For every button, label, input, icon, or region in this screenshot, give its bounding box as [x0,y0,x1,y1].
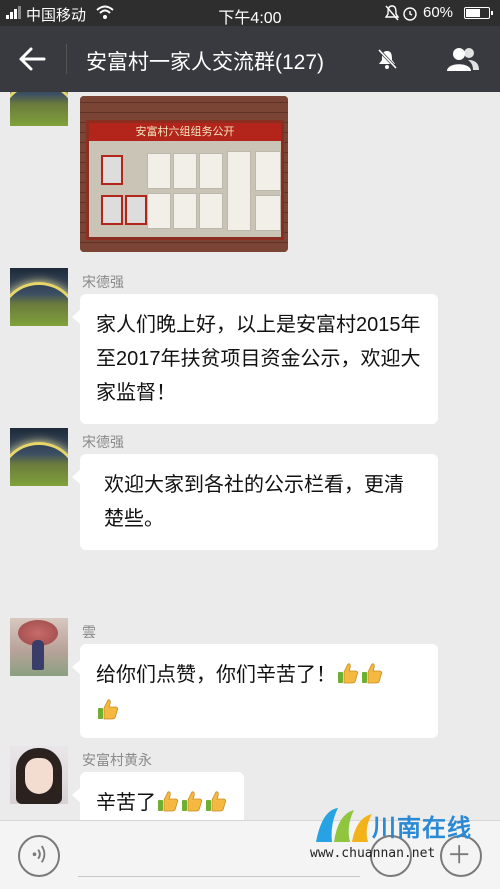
sender-name: 雲 [82,624,96,640]
watermark-url: www.chuannan.net [310,846,436,861]
avatar[interactable] [10,268,68,326]
avatar[interactable] [10,428,68,486]
message-text: 家人们晚上好，以上是安富村2015年至2017年扶贫项目资金公示，欢迎大家监督！ [96,314,421,404]
message-bubble[interactable]: 给你们点赞，你们辛苦了！ [72,644,438,738]
message-list[interactable]: 安富村六组组务公开 宋德强 家人们晚上好，以上是安富村2015年至2017年扶贫… [0,92,500,820]
group-members-icon[interactable] [446,46,480,72]
thumbs-up-emoji [96,697,120,721]
message-bubble[interactable]: 辛苦了 [72,772,244,820]
muted-notifications-icon [377,48,398,70]
avatar[interactable] [10,746,68,804]
sender-name: 安富村黄永 [82,752,152,768]
chat-header: 安富村一家人交流群(127) [0,26,500,92]
thumbs-up-emoji [156,789,180,813]
battery-icon [464,7,493,19]
alarm-icon [403,7,417,21]
thumbs-up-emoji [336,661,360,685]
notice-board-photo: 安富村六组组务公开 [86,120,284,240]
thumbs-up-emoji [180,789,204,813]
thumbs-up-emoji [360,661,384,685]
site-watermark: 川南在线 www.chuannan.net [300,800,500,870]
image-message[interactable]: 安富村六组组务公开 [80,96,288,252]
voice-input-button[interactable] [18,835,60,877]
message-text: 给你们点赞，你们辛苦了！ [96,664,336,686]
thumbs-up-emoji [204,789,228,813]
watermark-logo [316,808,372,842]
message-bubble[interactable]: 家人们晚上好，以上是安富村2015年至2017年扶贫项目资金公示，欢迎大家监督！ [72,294,438,424]
message-bubble[interactable]: 欢迎大家到各社的公示栏看，更清楚些。 [72,454,438,550]
watermark-name: 川南在线 [372,815,472,842]
status-bar: 中国移动 下午4:00 60% [0,0,500,27]
sender-name: 宋德强 [82,274,124,290]
battery-percent: 60% [423,4,454,21]
message-text: 辛苦了 [96,792,156,814]
voice-icon [32,845,46,863]
header-divider [66,44,67,74]
sender-name: 宋德强 [82,434,124,450]
notice-board-banner: 安富村六组组务公开 [89,123,281,141]
message-text: 欢迎大家到各社的公示栏看，更清楚些。 [104,474,404,530]
back-arrow-icon[interactable] [18,46,46,72]
avatar[interactable] [10,92,68,126]
chat-title: 安富村一家人交流群(127) [86,51,325,74]
avatar[interactable] [10,618,68,676]
mute-bell-icon [385,5,399,21]
